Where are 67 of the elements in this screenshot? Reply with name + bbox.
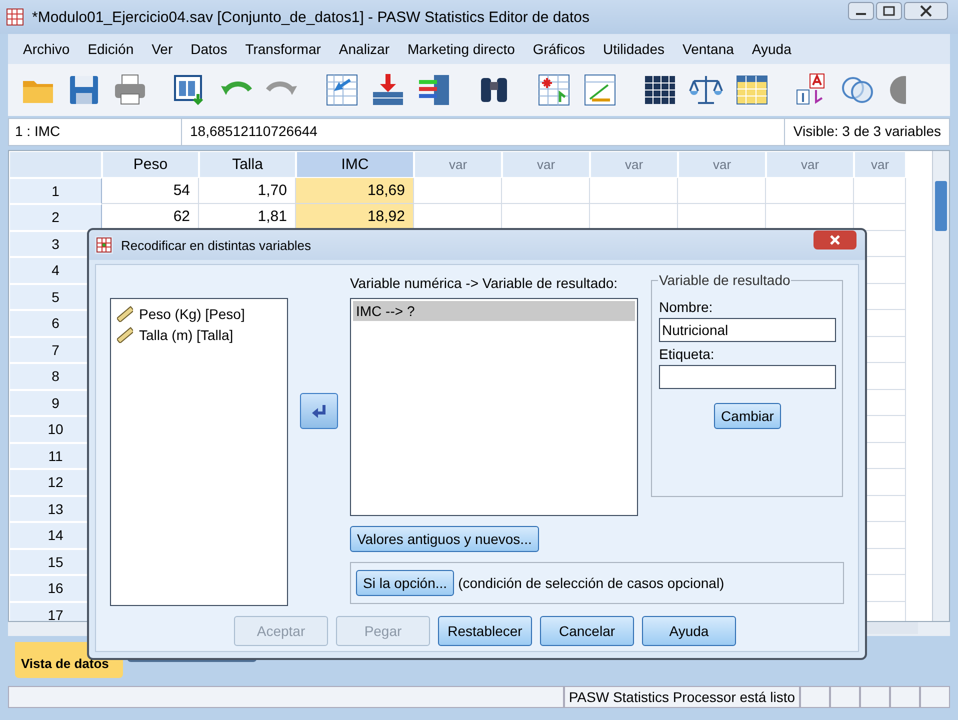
menu-item[interactable]: Ver [142, 41, 182, 57]
list-item[interactable]: Talla (m) [Talla] [139, 326, 234, 342]
window-title: *Modulo01_Ejercicio04.sav [Conjunto_de_datos1] - PASW Statistics Editor de datos [32, 8, 591, 26]
visible-count: Visible: 3 de 3 variables [784, 119, 949, 145]
menu-item[interactable]: Utilidades [594, 41, 674, 57]
insert-down-icon[interactable] [370, 72, 406, 108]
change-button[interactable]: Cambiar [714, 403, 781, 429]
cell-reference: 1 : IMC [9, 119, 182, 145]
list-item[interactable]: IMC --> ? [353, 301, 635, 321]
old-new-values-button[interactable]: Valores antiguos y nuevos... [350, 526, 539, 552]
close-button[interactable] [813, 230, 857, 250]
column-header[interactable]: var [414, 151, 502, 178]
menu-item[interactable]: Ayuda [742, 41, 800, 57]
menu-item[interactable]: Transformar [236, 41, 330, 57]
grid-icon [95, 236, 113, 254]
maximize-button[interactable] [876, 2, 902, 20]
status-bar-panel [830, 686, 860, 708]
if-note: (condición de selección de casos opcional) [458, 575, 724, 591]
minimize-button[interactable] [848, 2, 874, 20]
variable-list-icon[interactable] [416, 72, 452, 108]
column-header[interactable]: var [590, 151, 678, 178]
app-icon [6, 8, 24, 26]
table-cell: 18,69 [296, 178, 414, 204]
dialog-button[interactable]: Ayuda [642, 616, 736, 646]
table-cell [854, 178, 906, 204]
dialog-button[interactable]: Cancelar [540, 616, 634, 646]
field-label: Nombre: [659, 299, 714, 315]
close-button[interactable] [904, 2, 948, 20]
menu-item[interactable]: Ventana [674, 41, 743, 57]
column-header[interactable]: Talla [199, 151, 296, 178]
grid-arrow-icon[interactable] [324, 72, 360, 108]
status-text: PASW Statistics Processor está listo [564, 686, 800, 708]
target-list-label: Variable numérica -> Variable de resultado: [350, 275, 619, 293]
column-header[interactable]: var [854, 151, 906, 178]
menu-item[interactable]: Analizar [330, 41, 399, 57]
vertical-scrollbar[interactable] [932, 151, 949, 621]
column-header[interactable]: var [678, 151, 766, 178]
column-header[interactable]: IMC [296, 151, 414, 178]
menu-item[interactable]: Edición [78, 41, 143, 57]
menu-item[interactable]: Archivo [14, 41, 79, 57]
label-field[interactable] [659, 365, 836, 389]
status-bar-panel [860, 686, 890, 708]
table-cell: 54 [102, 178, 199, 204]
column-header[interactable]: var [502, 151, 590, 178]
menu-item[interactable]: Marketing directo [398, 41, 524, 57]
field-label: Etiqueta: [659, 346, 716, 362]
menu-item[interactable]: Datos [182, 41, 236, 57]
insert-row-icon[interactable] [536, 72, 572, 108]
if-button[interactable]: Si la opción... [356, 570, 454, 596]
group-title: Variable de resultado [658, 272, 792, 288]
menu-item[interactable]: Gráficos [524, 41, 594, 57]
row-number[interactable]: 2 [9, 204, 102, 230]
cell-value-field[interactable]: 18,68512110726644 [182, 119, 784, 145]
row-number[interactable]: 1 [9, 178, 102, 204]
move-arrow-button[interactable] [300, 393, 338, 429]
dialog-button[interactable]: Restablecer [438, 616, 532, 646]
status-bar-panel [920, 686, 950, 708]
list-item[interactable]: Peso (Kg) [Peso] [139, 306, 245, 322]
status-bar-panel [800, 686, 830, 708]
status-bar-panel [890, 686, 920, 708]
dialog-title: Recodificar en distintas variables [121, 238, 312, 252]
column-header[interactable]: Peso [102, 151, 199, 178]
target-variable-list[interactable]: IMC --> ? [350, 298, 638, 516]
column-header[interactable]: var [766, 151, 854, 178]
chart-edit-icon[interactable] [582, 72, 618, 108]
name-field[interactable]: Nutricional [659, 318, 836, 342]
source-variable-list[interactable]: Peso (Kg) [Peso] Talla (m) [Talla] [110, 298, 288, 606]
